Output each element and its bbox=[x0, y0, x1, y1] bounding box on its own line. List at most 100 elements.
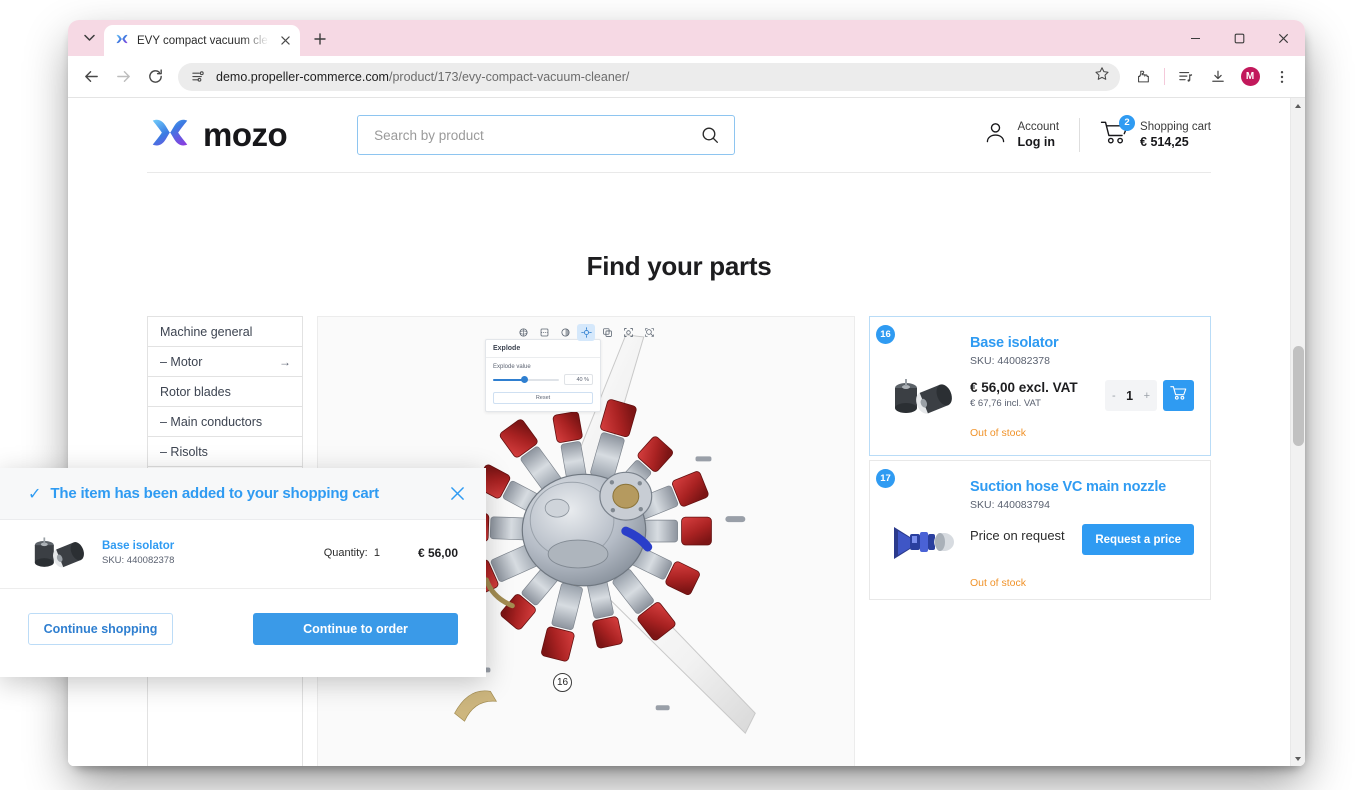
part-item[interactable]: – Risolts bbox=[148, 437, 302, 467]
product-card[interactable]: 16 Base isolator SKU: 440082378 € 56,00 … bbox=[869, 316, 1211, 456]
window-maximize-button[interactable] bbox=[1217, 21, 1261, 55]
account-label: Account bbox=[1017, 120, 1060, 133]
address-bar[interactable]: demo.propeller-commerce.com/product/173/… bbox=[178, 62, 1120, 91]
continue-shopping-button[interactable]: Continue shopping bbox=[28, 613, 173, 645]
cart-icon: 2 bbox=[1100, 114, 1136, 151]
downloads-icon[interactable] bbox=[1203, 62, 1233, 92]
check-icon: ✓ bbox=[28, 485, 42, 503]
browser-menu-icon[interactable] bbox=[1267, 62, 1297, 92]
quantity-label: Quantity: bbox=[323, 547, 368, 559]
product-card-main: Base isolator SKU: 440082378 € 56,00 exc… bbox=[970, 329, 1194, 443]
price-on-request: Price on request bbox=[970, 528, 1065, 543]
cart-icon bbox=[1170, 385, 1187, 406]
parts-result-list: 16 Base isolator SKU: 440082378 € 56,00 … bbox=[869, 316, 1211, 766]
fit-view-icon[interactable] bbox=[619, 324, 637, 341]
slider-knob[interactable] bbox=[520, 376, 528, 383]
mozo-x-logo-icon bbox=[147, 112, 193, 158]
zoom-box-icon[interactable] bbox=[640, 324, 658, 341]
cart-total: € 514,25 bbox=[1140, 135, 1189, 150]
part-callout-marker[interactable]: 16 bbox=[553, 673, 572, 692]
part-item[interactable]: – Motor → bbox=[148, 347, 302, 377]
viewer-toolbar bbox=[514, 324, 658, 341]
site-logo[interactable]: mozo bbox=[147, 112, 288, 158]
shopping-cart-link[interactable]: 2 Shopping cart € 514,25 bbox=[1080, 114, 1211, 151]
reading-list-icon[interactable] bbox=[1171, 62, 1201, 92]
product-card-body: Suction hose VC main nozzle SKU: 4400837… bbox=[886, 473, 1194, 589]
part-item[interactable]: Rotor blades bbox=[148, 377, 302, 407]
quantity-value: 1 bbox=[1126, 388, 1134, 403]
part-item-label: Machine general bbox=[160, 324, 253, 339]
layers-icon[interactable] bbox=[598, 324, 616, 341]
browser-tab[interactable]: EVY compact vacuum cleaner | bbox=[104, 25, 300, 56]
continue-to-order-button[interactable]: Continue to order bbox=[253, 613, 458, 645]
search-input[interactable] bbox=[374, 127, 702, 143]
extensions-puzzle-icon[interactable] bbox=[1128, 62, 1158, 92]
part-item-label: – Motor bbox=[160, 354, 203, 369]
screen-root: EVY compact vacuum cleaner | bbox=[0, 0, 1372, 790]
quantity-increment[interactable]: + bbox=[1144, 390, 1150, 402]
url-path: /product/173/evy-compact-vacuum-cleaner/ bbox=[388, 69, 630, 84]
tab-search-chevron-icon[interactable] bbox=[76, 25, 102, 51]
close-icon[interactable] bbox=[446, 483, 468, 505]
account-link[interactable]: Account Log in bbox=[983, 120, 1079, 151]
url-host: demo.propeller-commerce.com bbox=[216, 69, 389, 84]
explode-reset-button[interactable]: Reset bbox=[493, 392, 593, 404]
scroll-down-arrow-icon[interactable] bbox=[1291, 751, 1305, 766]
page-scrollbar[interactable] bbox=[1290, 98, 1305, 766]
window-minimize-button[interactable] bbox=[1173, 21, 1217, 55]
window-close-button[interactable] bbox=[1261, 21, 1305, 55]
product-title[interactable]: Base isolator bbox=[970, 335, 1194, 351]
part-item-label: – Risolts bbox=[160, 444, 208, 459]
product-card-body: Base isolator SKU: 440082378 € 56,00 exc… bbox=[886, 329, 1194, 443]
add-to-cart-button[interactable] bbox=[1163, 380, 1194, 411]
base-isolator-thumb bbox=[28, 534, 94, 572]
explode-icon[interactable] bbox=[577, 324, 595, 341]
modal-item-sku: SKU: 440082378 bbox=[102, 555, 175, 566]
product-search-box[interactable] bbox=[357, 115, 736, 155]
stock-status: Out of stock bbox=[970, 577, 1027, 589]
reload-button-icon[interactable] bbox=[140, 62, 170, 92]
explode-value[interactable]: 40 % bbox=[564, 374, 593, 385]
profile-initial: M bbox=[1240, 67, 1260, 86]
new-tab-button[interactable] bbox=[306, 25, 334, 53]
modal-header: ✓ The item has been added to your shoppi… bbox=[0, 468, 486, 520]
quantity-decrement[interactable]: - bbox=[1112, 390, 1116, 402]
scrollbar-thumb[interactable] bbox=[1293, 346, 1304, 446]
section-icon[interactable] bbox=[535, 324, 553, 341]
modal-item-info: Base isolator SKU: 440082378 bbox=[102, 540, 174, 566]
back-button-icon[interactable] bbox=[76, 62, 106, 92]
modal-item-row: Base isolator SKU: 440082378 Quantity: 1… bbox=[0, 520, 486, 589]
bookmark-star-icon[interactable] bbox=[1094, 66, 1110, 87]
price-incl-vat: € 67,76 incl. VAT bbox=[970, 398, 1041, 409]
product-sku: SKU: 440083794 bbox=[970, 499, 1050, 511]
orbit-icon[interactable] bbox=[514, 324, 532, 341]
modal-item-title[interactable]: Base isolator bbox=[102, 540, 174, 552]
search-icon[interactable] bbox=[701, 126, 720, 145]
page-title: Find your parts bbox=[586, 251, 772, 281]
part-item[interactable]: Machine general bbox=[148, 317, 302, 347]
site-header: mozo Acco bbox=[147, 98, 1211, 173]
tab-close-icon[interactable] bbox=[276, 32, 294, 50]
product-card-number: 17 bbox=[876, 469, 895, 488]
forward-button-icon[interactable] bbox=[108, 62, 138, 92]
stock-status: Out of stock bbox=[970, 427, 1027, 439]
explode-slider[interactable] bbox=[493, 375, 559, 384]
product-sku: SKU: 440082378 bbox=[970, 355, 1050, 367]
shading-icon[interactable] bbox=[556, 324, 574, 341]
quantity-stepper[interactable]: - 1 + bbox=[1105, 380, 1157, 411]
product-price-row: € 56,00 excl. VAT € 67,76 incl. VAT - 1 bbox=[970, 380, 1194, 411]
base-isolator-thumb bbox=[886, 329, 960, 443]
explode-panel: Explode Explode value 40 % Reset bbox=[485, 339, 601, 412]
product-title[interactable]: Suction hose VC main nozzle bbox=[970, 479, 1194, 495]
request-a-price-button[interactable]: Request a price bbox=[1082, 524, 1194, 555]
product-card[interactable]: 17 Suction hose VC main nozzle SKU: 4400… bbox=[869, 460, 1211, 600]
logo-wordmark: mozo bbox=[203, 116, 288, 153]
profile-avatar[interactable]: M bbox=[1235, 62, 1265, 92]
account-labels: Account Log in bbox=[1017, 120, 1059, 151]
browser-tabstrip: EVY compact vacuum cleaner | bbox=[68, 20, 1305, 56]
part-item[interactable]: – Main conductors bbox=[148, 407, 302, 437]
site-settings-icon[interactable] bbox=[189, 68, 207, 86]
part-item-arrow-icon: → bbox=[279, 354, 291, 369]
scroll-up-arrow-icon[interactable] bbox=[1291, 98, 1305, 113]
product-card-main: Suction hose VC main nozzle SKU: 4400837… bbox=[970, 473, 1194, 589]
